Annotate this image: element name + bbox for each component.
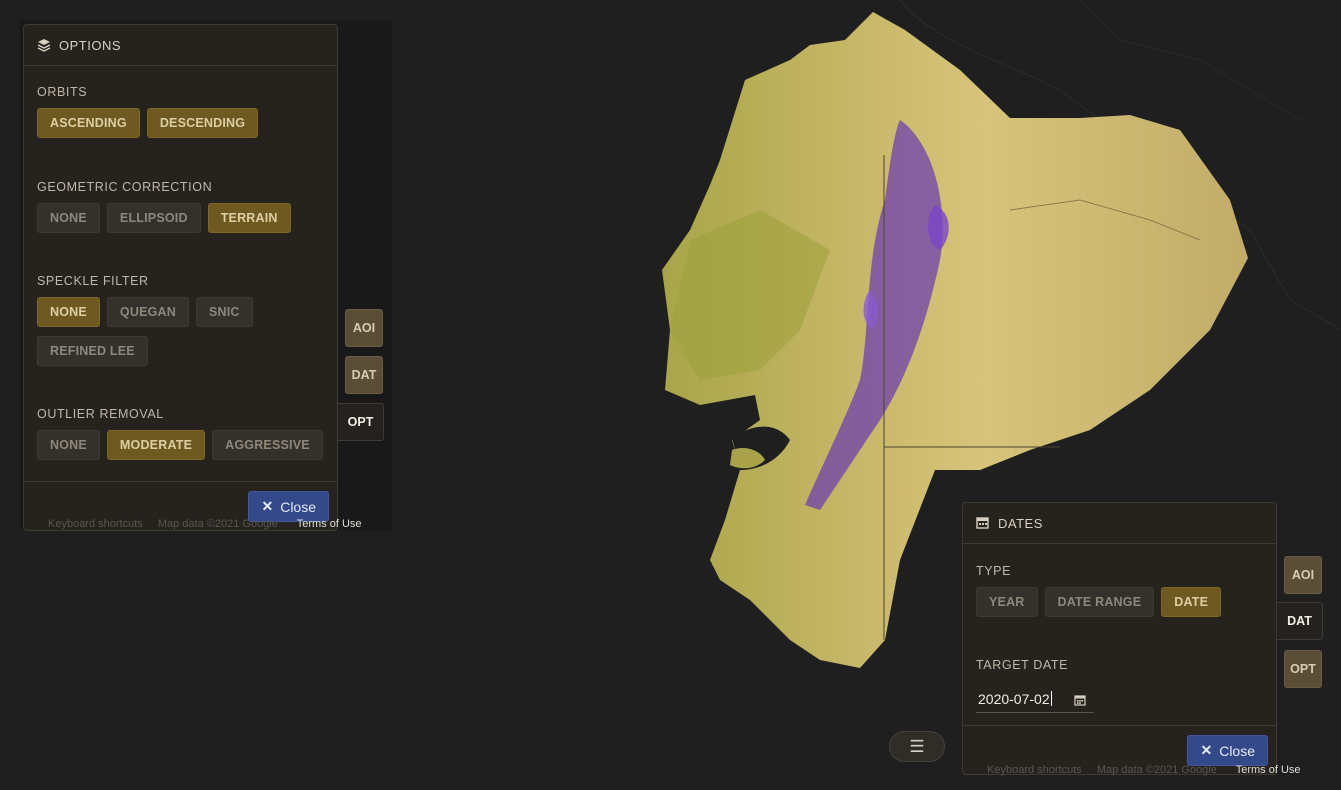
- dates-panel: DATES TYPE YEAR DATE RANGE DATE TARGET D…: [962, 502, 1277, 775]
- target-date-input[interactable]: 2020-07-02: [976, 685, 1094, 713]
- target-date-label: TARGET DATE: [976, 658, 1069, 672]
- layers-menu-button[interactable]: ☰: [889, 731, 945, 762]
- terms-of-use-link-right[interactable]: Terms of Use: [1236, 764, 1301, 776]
- outlier-none-button[interactable]: NONE: [37, 430, 100, 460]
- orbit-descending-button[interactable]: DESCENDING: [146, 108, 259, 138]
- dates-close-button[interactable]: ✕ Close: [1187, 735, 1268, 766]
- outlier-removal-section: OUTLIER REMOVAL NONE MODERATE AGGRESSIVE: [37, 407, 327, 460]
- type-date-button[interactable]: DATE: [1161, 587, 1222, 617]
- geometric-correction-section: GEOMETRIC CORRECTION NONE ELLIPSOID TERR…: [37, 180, 327, 233]
- text-cursor: [1050, 691, 1052, 706]
- outlier-aggressive-button[interactable]: AGGRESSIVE: [212, 430, 323, 460]
- geometric-terrain-button[interactable]: TERRAIN: [207, 203, 291, 233]
- dates-close-label: Close: [1219, 742, 1255, 759]
- map-attribution-right: Keyboard shortcuts Map data ©2021 Google…: [987, 764, 1301, 776]
- hamburger-menu-icon: ☰: [909, 736, 925, 756]
- map-data-text-right: Map data ©2021 Google: [1096, 764, 1217, 776]
- geometric-correction-label: GEOMETRIC CORRECTION: [37, 180, 213, 194]
- calendar-icon: [976, 516, 990, 530]
- keyboard-shortcuts-link[interactable]: Keyboard shortcuts: [48, 518, 143, 530]
- date-type-label: TYPE: [976, 564, 1012, 578]
- close-icon: ✕: [1200, 742, 1213, 758]
- target-date-section: TARGET DATE: [976, 658, 1068, 681]
- options-panel-title: OPTIONS: [59, 37, 122, 53]
- close-icon: ✕: [261, 498, 274, 514]
- speckle-snic-button[interactable]: SNIC: [196, 297, 253, 327]
- terms-of-use-link[interactable]: Terms of Use: [297, 518, 362, 530]
- speckle-refined-lee-button[interactable]: REFINED LEE: [37, 336, 148, 366]
- orbits-section: ORBITS ASCENDING DESCENDING: [37, 85, 327, 138]
- orbits-label: ORBITS: [37, 85, 88, 99]
- type-date-range-button[interactable]: DATE RANGE: [1044, 587, 1155, 617]
- type-year-button[interactable]: YEAR: [976, 587, 1038, 617]
- geometric-none-button[interactable]: NONE: [37, 203, 100, 233]
- tab-aoi-left[interactable]: AOI: [345, 309, 383, 347]
- tab-dat-right[interactable]: DAT: [1277, 602, 1323, 640]
- dates-panel-title: DATES: [998, 515, 1043, 531]
- options-close-label: Close: [280, 498, 316, 515]
- dates-panel-header: DATES: [963, 503, 1276, 544]
- keyboard-shortcuts-link-right[interactable]: Keyboard shortcuts: [987, 764, 1082, 776]
- tab-dat-left[interactable]: DAT: [345, 356, 383, 394]
- tab-opt-left[interactable]: OPT: [338, 403, 384, 441]
- map-attribution-left: Keyboard shortcuts Map data ©2021 Google…: [48, 518, 362, 530]
- speckle-none-button[interactable]: NONE: [37, 297, 100, 327]
- options-panel-header: OPTIONS: [24, 25, 337, 66]
- date-type-section: TYPE YEAR DATE RANGE DATE: [976, 564, 1266, 617]
- orbit-ascending-button[interactable]: ASCENDING: [37, 108, 140, 138]
- tab-aoi-right[interactable]: AOI: [1284, 556, 1322, 594]
- speckle-filter-section: SPECKLE FILTER NONE QUEGAN SNIC REFINED …: [37, 274, 327, 366]
- target-date-value: 2020-07-02: [978, 690, 1050, 707]
- options-panel: OPTIONS ORBITS ASCENDING DESCENDING GEOM…: [23, 24, 338, 531]
- tab-opt-right[interactable]: OPT: [1284, 650, 1322, 688]
- calendar-picker-icon[interactable]: [1074, 693, 1086, 706]
- speckle-filter-label: SPECKLE FILTER: [37, 274, 149, 288]
- map-data-text: Map data ©2021 Google: [157, 518, 278, 530]
- layers-icon: [37, 38, 51, 52]
- geometric-ellipsoid-button[interactable]: ELLIPSOID: [106, 203, 201, 233]
- speckle-quegan-button[interactable]: QUEGAN: [106, 297, 189, 327]
- outlier-moderate-button[interactable]: MODERATE: [106, 430, 206, 460]
- outlier-removal-label: OUTLIER REMOVAL: [37, 407, 164, 421]
